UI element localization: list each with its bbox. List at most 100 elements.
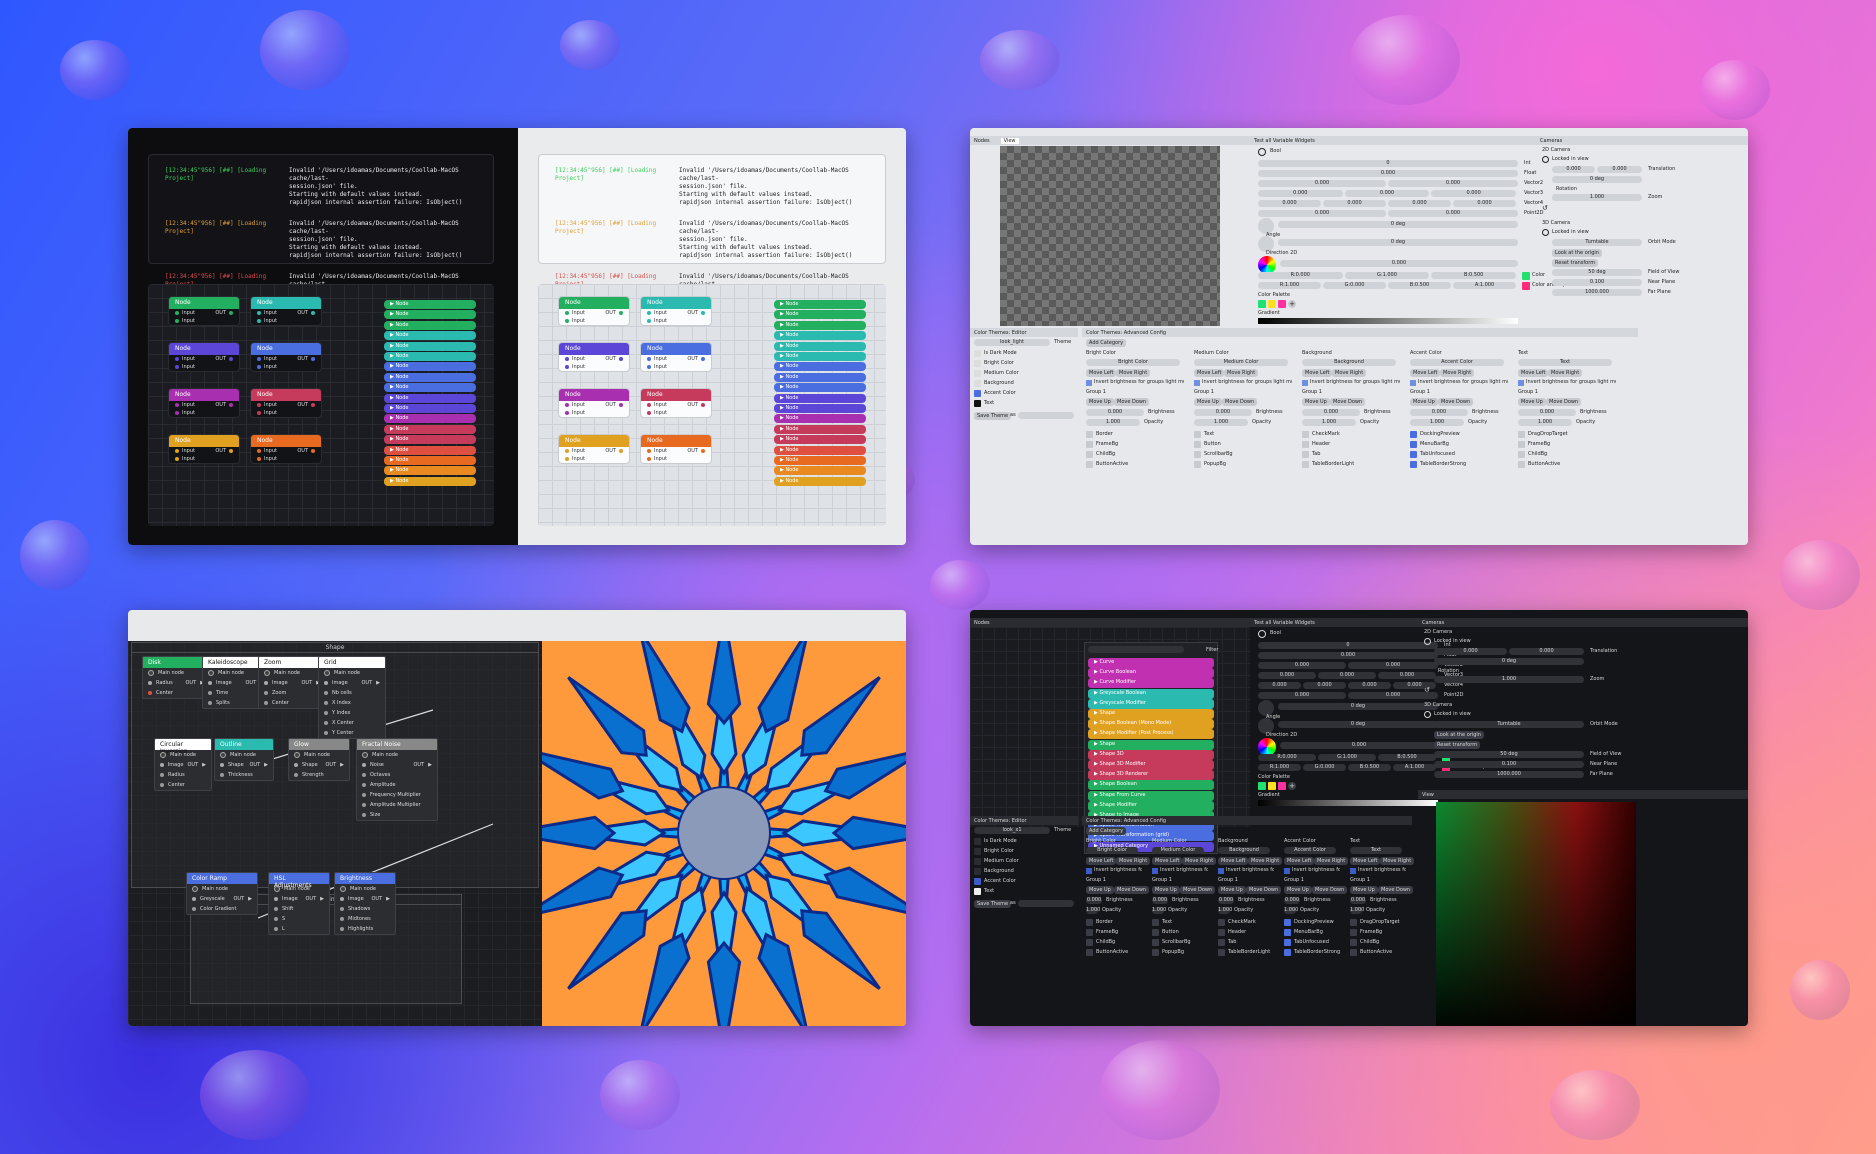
palette-swatch[interactable] bbox=[1258, 300, 1266, 308]
value-field[interactable]: 1.000 bbox=[1086, 907, 1100, 914]
output-pin-icon[interactable] bbox=[229, 357, 233, 361]
item-color-swatch[interactable] bbox=[1350, 949, 1357, 956]
input-pin-icon[interactable] bbox=[192, 897, 196, 901]
value-field[interactable]: 0.000 bbox=[1258, 652, 1438, 659]
input-pin-icon[interactable] bbox=[324, 681, 328, 685]
node-pill[interactable]: ▶ Node bbox=[774, 404, 866, 413]
input-pin-icon[interactable] bbox=[647, 457, 651, 461]
input-pin-icon[interactable] bbox=[647, 411, 651, 415]
move-left-button[interactable]: Move Left bbox=[1152, 857, 1183, 865]
item-color-swatch[interactable] bbox=[1302, 451, 1309, 458]
value-field[interactable]: 0.000 bbox=[1348, 682, 1391, 689]
move-right-button[interactable]: Move Right bbox=[1380, 857, 1415, 865]
input-pin-icon[interactable] bbox=[220, 763, 224, 767]
input-pin-icon[interactable] bbox=[160, 783, 164, 787]
main-node-toggle-icon[interactable] bbox=[148, 670, 154, 676]
node-pill[interactable]: ▶ Node bbox=[384, 310, 476, 320]
node-pill[interactable]: ▶ Node bbox=[384, 393, 476, 403]
graph-node[interactable]: Node Input OUT Input bbox=[558, 388, 630, 418]
value-field[interactable]: R:1.000 bbox=[1258, 764, 1301, 771]
shape-node[interactable]: Fractal Noise Main node Noise OUT ▶ Octaves Am… bbox=[356, 738, 438, 821]
input-pin-icon[interactable] bbox=[264, 691, 268, 695]
menu-item-category[interactable]: ▶ Greyscale Modifier bbox=[1088, 698, 1214, 709]
menu-item-category[interactable]: ▶ Shape Modifier (Post Process) bbox=[1088, 729, 1214, 740]
item-color-swatch[interactable] bbox=[1218, 939, 1225, 946]
shape-node[interactable]: Glow Main node Shape OUT ▶ Strength bbox=[288, 738, 350, 781]
shape-node[interactable]: HSL Adjustments Main node Image OUT ▶ Shift S L bbox=[268, 872, 330, 935]
invert-checkbox[interactable] bbox=[1350, 868, 1356, 874]
shape-node[interactable]: Outline Main node Shape OUT ▶ Thickness bbox=[214, 738, 274, 781]
category-name-field[interactable]: Medium Color bbox=[1194, 359, 1288, 366]
move-up-button[interactable]: Move Up bbox=[1302, 398, 1330, 406]
gradient-bar[interactable] bbox=[1258, 318, 1518, 324]
output-pin-icon[interactable] bbox=[701, 357, 705, 361]
input-pin-icon[interactable] bbox=[565, 357, 569, 361]
value-field[interactable]: 0.000 bbox=[1431, 190, 1516, 197]
add-color-icon[interactable]: + bbox=[1288, 300, 1296, 308]
move-up-button[interactable]: Move Up bbox=[1350, 886, 1378, 894]
value-field[interactable]: 1.000 bbox=[1552, 194, 1642, 201]
main-node-toggle-icon[interactable] bbox=[362, 752, 368, 758]
value-field[interactable]: 1.000 bbox=[1152, 907, 1166, 914]
output-pin-icon[interactable] bbox=[311, 449, 315, 453]
value-field[interactable]: 0 deg bbox=[1278, 703, 1438, 710]
category-name-field[interactable]: Background bbox=[1218, 847, 1270, 854]
item-color-swatch[interactable] bbox=[1284, 949, 1291, 956]
output-pin-icon[interactable] bbox=[701, 311, 705, 315]
value-field[interactable]: 0 bbox=[1258, 642, 1438, 649]
main-node-toggle-icon[interactable] bbox=[340, 886, 346, 892]
theme-color-swatch[interactable] bbox=[974, 350, 981, 357]
input-pin-icon[interactable] bbox=[220, 773, 224, 777]
input-pin-icon[interactable] bbox=[264, 681, 268, 685]
graph-node[interactable]: Node Input OUT Input bbox=[168, 434, 240, 464]
item-color-swatch[interactable] bbox=[1194, 431, 1201, 438]
node-pill[interactable]: ▶ Node bbox=[774, 456, 866, 465]
item-color-swatch[interactable] bbox=[1152, 929, 1159, 936]
shape-node[interactable]: Color Ramp Main node Greyscale OUT ▶ Color Gr… bbox=[186, 872, 258, 915]
value-field[interactable]: B:0.500 bbox=[1431, 272, 1516, 279]
value-field[interactable]: 0.000 bbox=[1258, 190, 1343, 197]
main-node-toggle-icon[interactable] bbox=[274, 886, 280, 892]
menu-item-category[interactable]: ▶ Shape 3D bbox=[1088, 749, 1214, 760]
node-pill[interactable]: ▶ Node bbox=[384, 341, 476, 351]
menu-item-category[interactable]: ▶ Shape 3D Renderer bbox=[1088, 770, 1214, 781]
item-color-swatch[interactable] bbox=[1152, 939, 1159, 946]
invert-checkbox[interactable] bbox=[1302, 380, 1308, 386]
value-field[interactable]: 0.000 bbox=[1303, 682, 1346, 689]
input-pin-icon[interactable] bbox=[274, 927, 278, 931]
input-pin-icon[interactable] bbox=[340, 897, 344, 901]
palette-swatch[interactable] bbox=[1278, 300, 1286, 308]
graph-node[interactable]: Node Input OUT Input bbox=[250, 434, 322, 464]
input-pin-icon[interactable] bbox=[208, 701, 212, 705]
item-color-swatch[interactable] bbox=[1350, 919, 1357, 926]
output-pin-icon[interactable]: ▶ bbox=[340, 762, 344, 768]
output-pin-icon[interactable]: ▶ bbox=[376, 680, 380, 686]
node-pill[interactable]: ▶ Node bbox=[774, 320, 866, 330]
value-field[interactable]: R:0.000 bbox=[1258, 754, 1316, 761]
move-up-button[interactable]: Move Up bbox=[1086, 398, 1114, 406]
item-color-swatch[interactable] bbox=[1152, 949, 1159, 956]
main-node-toggle-icon[interactable] bbox=[208, 670, 214, 676]
move-down-button[interactable]: Move Down bbox=[1438, 398, 1474, 406]
filter-input[interactable] bbox=[1088, 646, 1184, 653]
output-pin-icon[interactable] bbox=[619, 403, 623, 407]
value-field[interactable]: 1000.000 bbox=[1434, 771, 1584, 778]
invert-checkbox[interactable] bbox=[1194, 380, 1200, 386]
item-color-swatch[interactable] bbox=[1350, 939, 1357, 946]
input-pin-icon[interactable] bbox=[647, 365, 651, 369]
graph-node[interactable]: Node Input OUT Input bbox=[168, 296, 240, 326]
node-pill[interactable]: ▶ Node bbox=[384, 331, 476, 341]
node-pill[interactable]: ▶ Node bbox=[384, 435, 476, 445]
input-pin-icon[interactable] bbox=[565, 319, 569, 323]
move-left-button[interactable]: Move Left bbox=[1284, 857, 1315, 865]
value-field[interactable]: 1.000 bbox=[1086, 419, 1140, 426]
move-left-button[interactable]: Move Left bbox=[1218, 857, 1249, 865]
theme-color-swatch[interactable] bbox=[974, 400, 981, 407]
value-field[interactable]: B:0.500 bbox=[1348, 764, 1391, 771]
theme-color-swatch[interactable] bbox=[974, 878, 981, 885]
node-pill[interactable]: ▶ Node bbox=[774, 372, 866, 382]
node-pill[interactable]: ▶ Node bbox=[384, 362, 476, 372]
theme-name-input[interactable] bbox=[1018, 412, 1074, 419]
input-pin-icon[interactable] bbox=[175, 403, 179, 407]
move-left-button[interactable]: Move Left bbox=[1302, 369, 1333, 377]
